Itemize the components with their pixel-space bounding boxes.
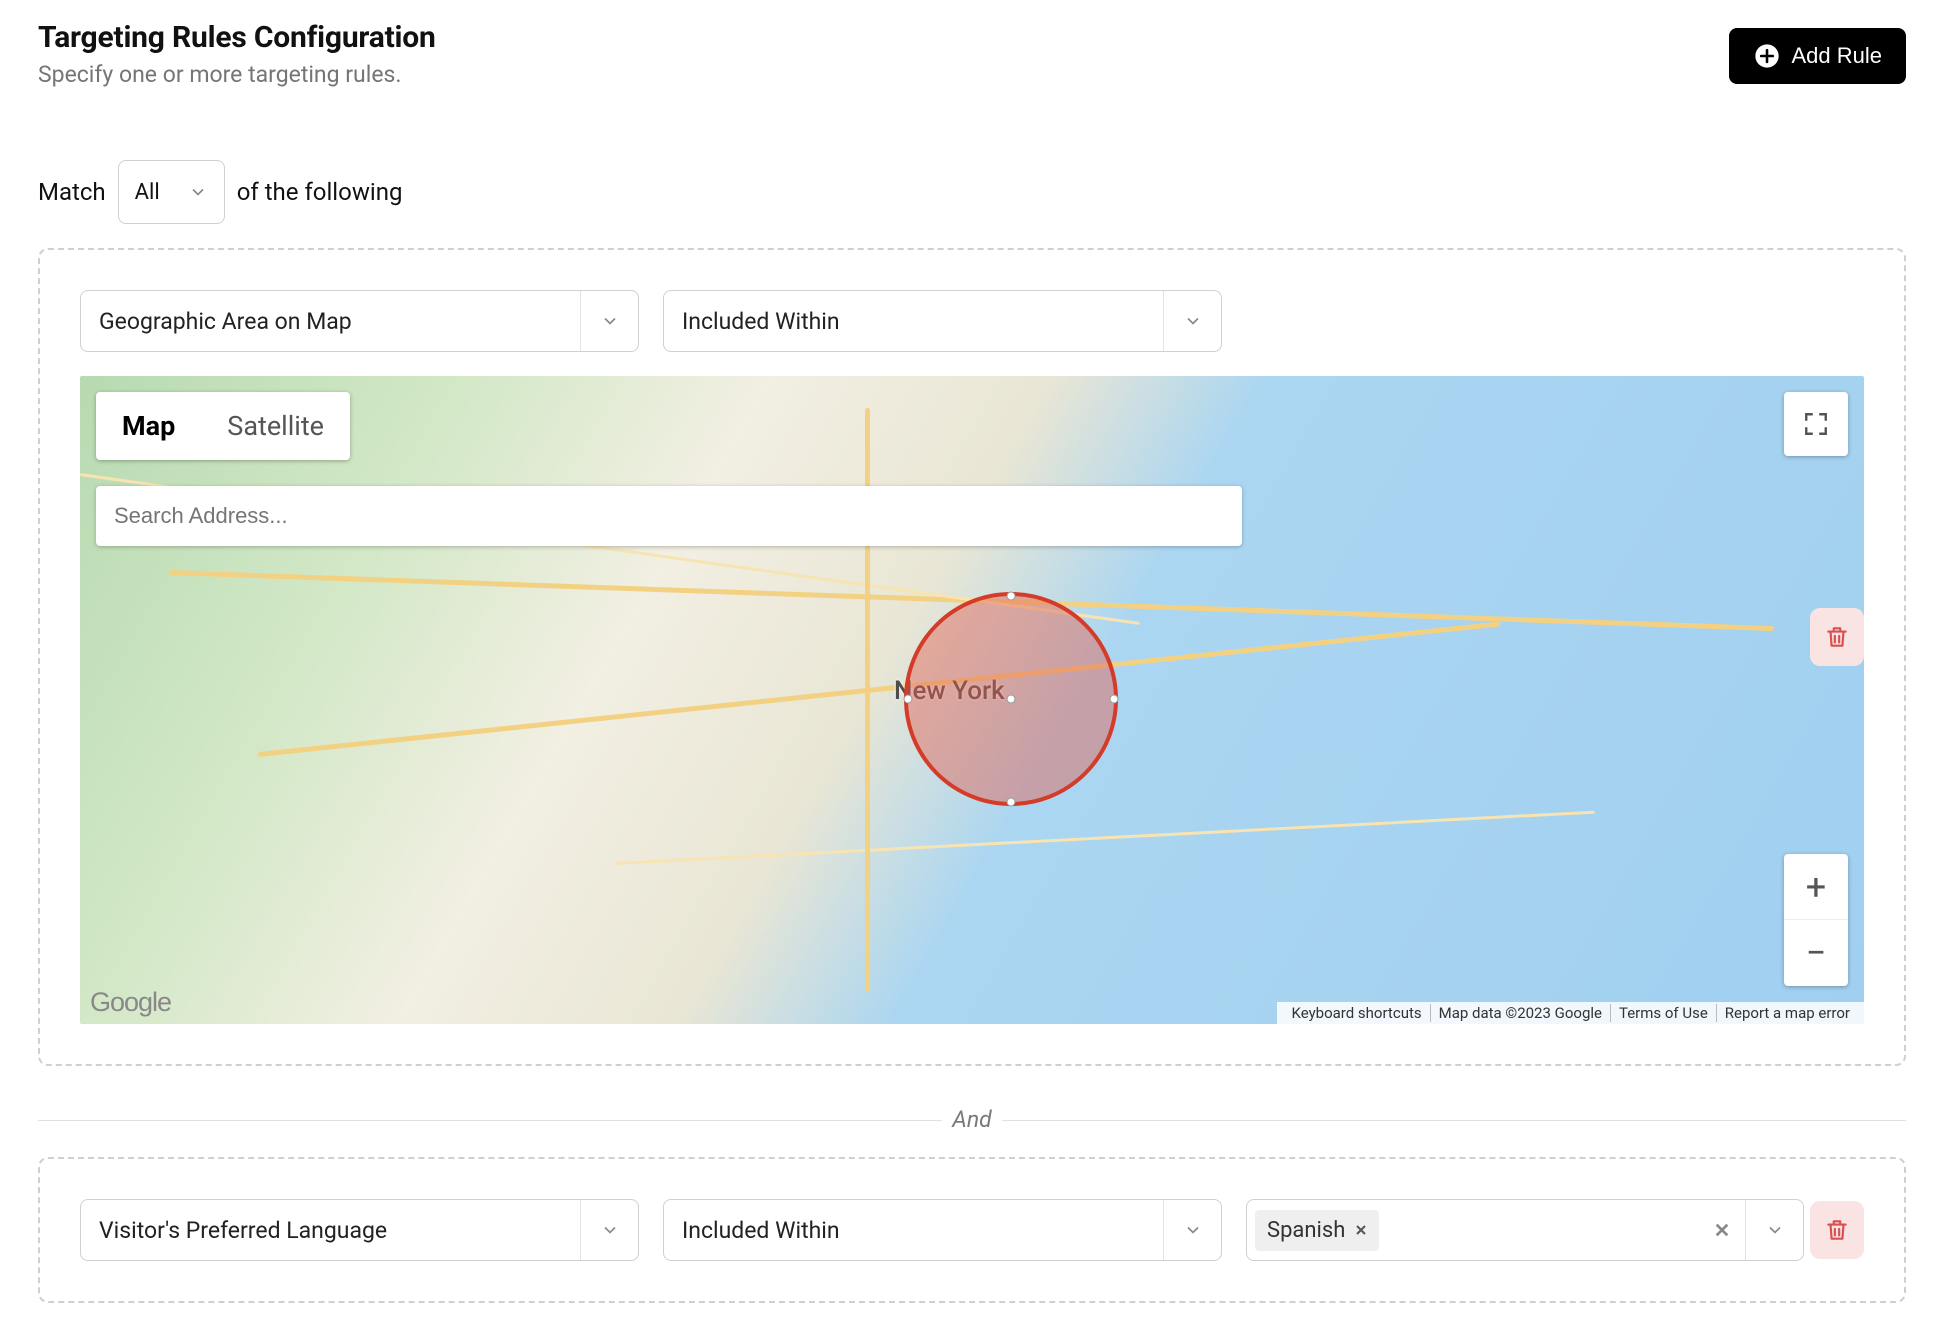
map-radius-circle[interactable] — [904, 592, 1118, 806]
chip-label: Spanish — [1267, 1218, 1345, 1243]
rule-operator-select[interactable]: Included Within — [663, 1199, 1222, 1261]
trash-icon — [1824, 623, 1850, 651]
rule-field-select[interactable]: Geographic Area on Map — [80, 290, 639, 352]
rule-separator-and: And — [942, 1106, 1001, 1133]
map-tab-map[interactable]: Map — [96, 392, 201, 460]
clear-all-button[interactable] — [1699, 1222, 1745, 1238]
add-rule-label: Add Rule — [1791, 43, 1882, 69]
map-type-switcher: Map Satellite — [96, 392, 350, 460]
chevron-down-icon — [188, 182, 208, 202]
google-logo: Google — [90, 987, 171, 1018]
map-attribution: Keyboard shortcuts Map data ©2023 Google… — [1277, 1002, 1864, 1024]
map-container[interactable]: New York Map Satellite + − Google Keyboa… — [80, 376, 1864, 1024]
close-icon — [1355, 1224, 1367, 1236]
map-fullscreen-button[interactable] — [1784, 392, 1848, 456]
map-tab-satellite[interactable]: Satellite — [201, 392, 350, 460]
rule-operator-value: Included Within — [664, 1217, 1163, 1244]
chevron-down-icon — [600, 311, 620, 331]
chip-remove-button[interactable] — [1355, 1221, 1367, 1240]
map-keyboard-shortcuts-link[interactable]: Keyboard shortcuts — [1283, 1004, 1430, 1022]
match-mode-select[interactable]: All — [118, 160, 225, 224]
page-subtitle: Specify one or more targeting rules. — [38, 61, 436, 88]
trash-icon — [1824, 1216, 1850, 1244]
close-icon — [1714, 1222, 1730, 1238]
map-zoom-controls: + − — [1784, 854, 1848, 986]
match-mode-value: All — [135, 180, 160, 205]
map-data-text: Map data ©2023 Google — [1431, 1004, 1611, 1022]
plus-circle-icon — [1753, 42, 1781, 70]
delete-rule-button[interactable] — [1810, 608, 1864, 666]
map-terms-link[interactable]: Terms of Use — [1611, 1004, 1717, 1022]
add-rule-button[interactable]: Add Rule — [1729, 28, 1906, 84]
match-prefix: Match — [38, 178, 106, 206]
rule-field-value: Geographic Area on Map — [81, 308, 580, 335]
match-suffix: of the following — [237, 178, 403, 206]
fullscreen-icon — [1803, 411, 1829, 437]
rule-card-language: Visitor's Preferred Language Included Wi… — [38, 1157, 1906, 1303]
rule-card-geographic: Geographic Area on Map Included Within N… — [38, 248, 1906, 1066]
delete-rule-button[interactable] — [1810, 1201, 1864, 1259]
map-zoom-in-button[interactable]: + — [1784, 854, 1848, 920]
selected-language-chip: Spanish — [1255, 1210, 1379, 1251]
rule-field-select[interactable]: Visitor's Preferred Language — [80, 1199, 639, 1261]
chevron-down-icon — [600, 1220, 620, 1240]
map-report-link[interactable]: Report a map error — [1717, 1004, 1858, 1022]
rule-operator-value: Included Within — [664, 308, 1163, 335]
chevron-down-icon — [1183, 311, 1203, 331]
rule-operator-select[interactable]: Included Within — [663, 290, 1222, 352]
rule-field-value: Visitor's Preferred Language — [81, 1217, 580, 1244]
page-title: Targeting Rules Configuration — [38, 20, 436, 55]
rule-value-multiselect[interactable]: Spanish — [1246, 1199, 1804, 1261]
map-zoom-out-button[interactable]: − — [1784, 920, 1848, 986]
chevron-down-icon — [1183, 1220, 1203, 1240]
map-search-input[interactable] — [96, 486, 1242, 546]
chevron-down-icon — [1765, 1220, 1785, 1240]
